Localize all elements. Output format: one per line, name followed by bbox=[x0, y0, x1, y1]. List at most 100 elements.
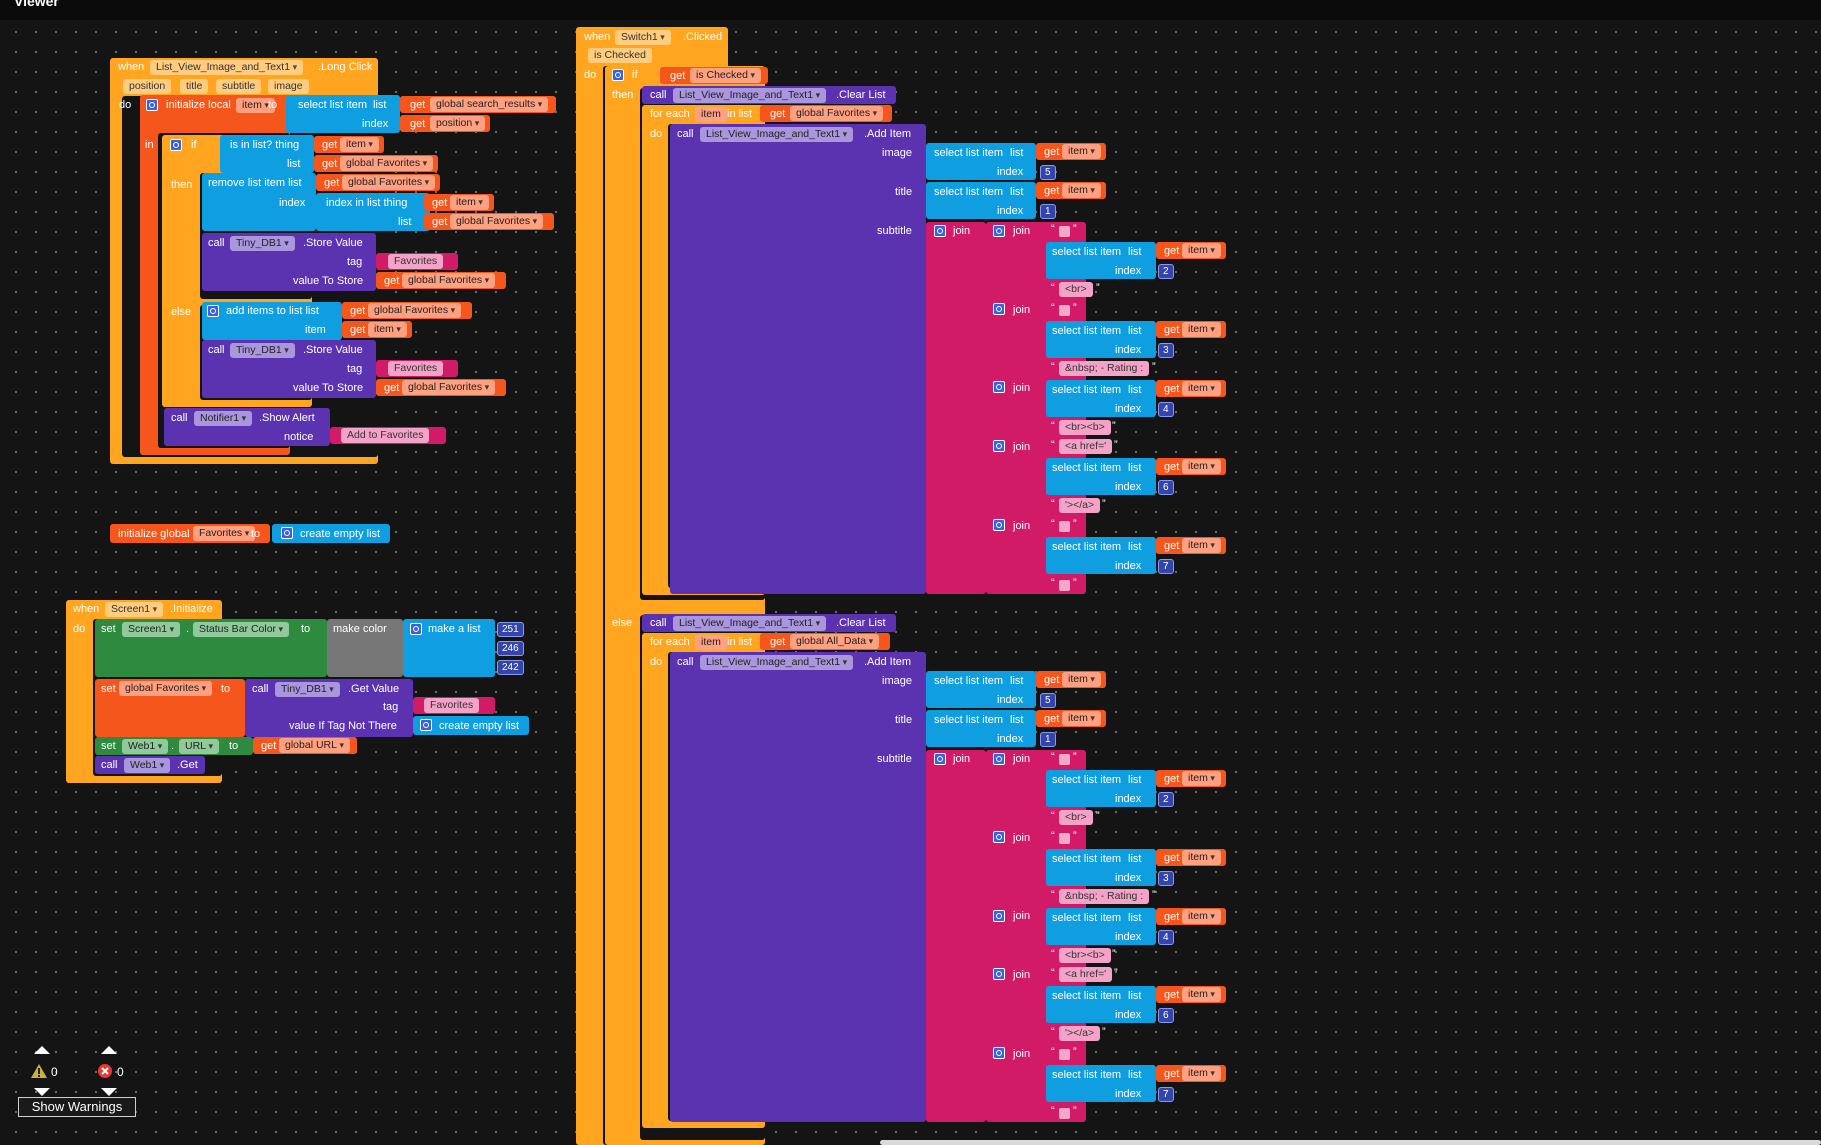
global-favorites-dropdown[interactable]: global Favorites bbox=[402, 380, 496, 395]
global-all-data-dropdown[interactable]: global All_Data bbox=[790, 634, 880, 649]
index-number[interactable]: 5 bbox=[1040, 165, 1056, 180]
item-dropdown[interactable]: item bbox=[368, 322, 407, 337]
index-number[interactable]: 6 bbox=[1158, 480, 1174, 495]
global-favorites-dropdown[interactable]: global Favorites bbox=[450, 214, 544, 229]
empty-string[interactable] bbox=[1059, 833, 1070, 844]
notifier-dropdown[interactable]: Notifier1 bbox=[194, 411, 253, 426]
index-number[interactable]: 2 bbox=[1158, 792, 1174, 807]
add-items-gear-icon[interactable] bbox=[207, 305, 219, 317]
join-gear-icon[interactable] bbox=[993, 381, 1005, 393]
create-list-gear-icon[interactable] bbox=[420, 719, 432, 731]
item-dropdown[interactable]: item bbox=[1182, 909, 1221, 924]
if-mutator-gear-icon[interactable] bbox=[612, 69, 624, 81]
item-dropdown[interactable]: item bbox=[1182, 771, 1221, 786]
position-dropdown[interactable]: position bbox=[430, 116, 486, 131]
is-checked-dropdown[interactable]: is Checked bbox=[690, 68, 761, 83]
web-dropdown[interactable]: Web1 bbox=[122, 739, 169, 754]
show-warnings-button[interactable]: Show Warnings bbox=[18, 1097, 136, 1117]
color-value-green[interactable]: 246 bbox=[497, 641, 524, 656]
ahref-string[interactable]: <a href=' bbox=[1059, 967, 1113, 982]
item-dropdown[interactable]: item bbox=[450, 195, 489, 210]
list-view-dropdown[interactable]: List_View_Image_and_Text1 bbox=[673, 88, 827, 103]
item-dropdown[interactable]: item bbox=[1182, 538, 1221, 553]
screen-component-dropdown[interactable]: Screen1 bbox=[105, 602, 164, 617]
list-view-dropdown[interactable]: List_View_Image_and_Text1 bbox=[700, 655, 854, 670]
index-number[interactable]: 1 bbox=[1040, 204, 1056, 219]
index-number[interactable]: 4 bbox=[1158, 402, 1174, 417]
screen-dropdown[interactable]: Screen1 bbox=[122, 622, 181, 637]
join-gear-icon[interactable] bbox=[993, 910, 1005, 922]
index-number[interactable]: 1 bbox=[1040, 732, 1056, 747]
close-a-string[interactable]: '></a> bbox=[1059, 498, 1101, 513]
item-dropdown[interactable]: item bbox=[1062, 672, 1101, 687]
join-outer[interactable] bbox=[926, 750, 986, 1122]
add-item-block[interactable] bbox=[670, 124, 926, 594]
empty-string[interactable] bbox=[1059, 1049, 1070, 1060]
global-favorites-dropdown[interactable]: global Favorites bbox=[119, 681, 213, 696]
param-title[interactable]: title bbox=[180, 79, 209, 94]
global-favorites-dropdown[interactable]: global Favorites bbox=[340, 156, 434, 171]
brb-string[interactable]: <br><b> bbox=[1059, 420, 1111, 435]
item-dropdown[interactable]: item bbox=[340, 137, 379, 152]
index-number[interactable]: 7 bbox=[1158, 559, 1174, 574]
join-gear-icon[interactable] bbox=[934, 753, 946, 765]
search-results-dropdown[interactable]: global search_results bbox=[430, 97, 549, 112]
make-list-gear-icon[interactable] bbox=[410, 623, 422, 635]
param-subtitle[interactable]: subtitle bbox=[216, 79, 262, 94]
add-item-block[interactable] bbox=[670, 652, 926, 1122]
item-dropdown[interactable]: item bbox=[1062, 711, 1101, 726]
empty-string[interactable] bbox=[1059, 305, 1070, 316]
br-string[interactable]: <br> bbox=[1059, 282, 1093, 297]
join-gear-icon[interactable] bbox=[993, 753, 1005, 765]
url-dropdown[interactable]: URL bbox=[179, 739, 220, 754]
join-gear-icon[interactable] bbox=[993, 440, 1005, 452]
global-favorites-dropdown[interactable]: global Favorites bbox=[402, 273, 496, 288]
loop-var-item[interactable]: item bbox=[695, 635, 727, 650]
index-number[interactable]: 3 bbox=[1158, 871, 1174, 886]
global-favorites-dropdown[interactable]: global Favorites bbox=[342, 175, 436, 190]
horizontal-scrollbar[interactable] bbox=[880, 1140, 1821, 1145]
favorites-string[interactable]: Favorites bbox=[388, 361, 444, 376]
item-dropdown[interactable]: item bbox=[1182, 459, 1221, 474]
brb-string[interactable]: <br><b> bbox=[1059, 948, 1111, 963]
item-dropdown[interactable]: item bbox=[1182, 1066, 1221, 1081]
loop-var-item[interactable]: item bbox=[695, 107, 727, 122]
item-dropdown[interactable]: item bbox=[1062, 183, 1101, 198]
status-bar-color-dropdown[interactable]: Status Bar Color bbox=[193, 622, 290, 637]
favorites-string[interactable]: Favorites bbox=[424, 698, 480, 713]
item-dropdown[interactable]: item bbox=[1182, 322, 1221, 337]
index-number[interactable]: 6 bbox=[1158, 1008, 1174, 1023]
join-gear-icon[interactable] bbox=[993, 519, 1005, 531]
empty-string[interactable] bbox=[1059, 580, 1070, 591]
tinydb-dropdown[interactable]: Tiny_DB1 bbox=[230, 236, 295, 251]
param-is-checked[interactable]: is Checked bbox=[588, 48, 652, 63]
tinydb-dropdown[interactable]: Tiny_DB1 bbox=[230, 343, 295, 358]
color-value-blue[interactable]: 242 bbox=[497, 660, 524, 675]
join-outer[interactable] bbox=[926, 222, 986, 594]
switch-component-dropdown[interactable]: Switch1 bbox=[615, 30, 671, 45]
index-number[interactable]: 2 bbox=[1158, 264, 1174, 279]
item-dropdown[interactable]: item bbox=[1182, 987, 1221, 1002]
br-string[interactable]: <br> bbox=[1059, 810, 1093, 825]
list-view-dropdown[interactable]: List_View_Image_and_Text1 bbox=[700, 127, 854, 142]
empty-string[interactable] bbox=[1059, 226, 1070, 237]
color-value-red[interactable]: 251 bbox=[497, 622, 524, 637]
ahref-string[interactable]: <a href=' bbox=[1059, 439, 1113, 454]
empty-string[interactable] bbox=[1059, 521, 1070, 532]
favorites-string[interactable]: Favorites bbox=[388, 254, 444, 269]
item-dropdown[interactable]: item bbox=[1182, 381, 1221, 396]
global-url-dropdown[interactable]: global URL bbox=[279, 738, 350, 753]
rating-string[interactable]: &nbsp; - Rating : bbox=[1059, 361, 1150, 376]
join-gear-icon[interactable] bbox=[993, 1047, 1005, 1059]
global-favorites-dropdown[interactable]: global Favorites bbox=[790, 106, 884, 121]
create-list-gear-icon[interactable] bbox=[281, 527, 293, 539]
mutator-gear-icon[interactable] bbox=[146, 99, 158, 111]
item-dropdown[interactable]: item bbox=[1182, 243, 1221, 258]
item-dropdown[interactable]: item bbox=[1182, 850, 1221, 865]
join-gear-icon[interactable] bbox=[993, 831, 1005, 843]
param-image[interactable]: image bbox=[268, 79, 309, 94]
tinydb-dropdown[interactable]: Tiny_DB1 bbox=[275, 682, 340, 697]
join-gear-icon[interactable] bbox=[934, 225, 946, 237]
web-dropdown[interactable]: Web1 bbox=[124, 758, 171, 773]
join-gear-icon[interactable] bbox=[993, 225, 1005, 237]
